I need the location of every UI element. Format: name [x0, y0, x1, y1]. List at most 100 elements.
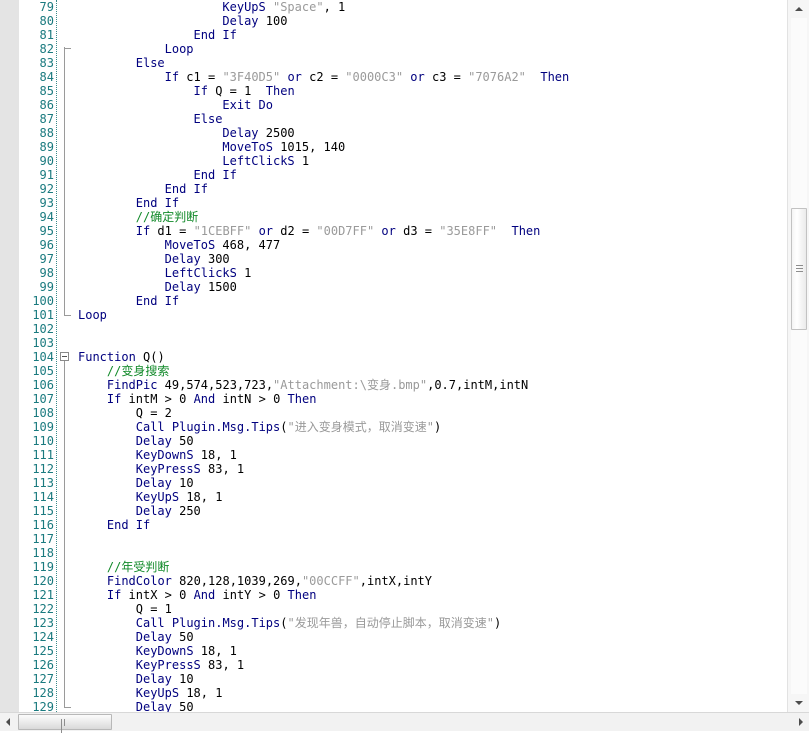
code-line[interactable]: 85 If Q = 1 Then [0, 84, 787, 98]
code-text[interactable]: End If [165, 182, 208, 196]
horizontal-scrollbar[interactable] [0, 712, 809, 733]
code-text[interactable]: MoveToS 468, 477 [165, 238, 281, 252]
code-text[interactable]: LeftClickS 1 [222, 154, 309, 168]
code-text[interactable]: //年受判断 [107, 560, 169, 574]
vertical-scrollbar[interactable] [787, 0, 809, 712]
code-text[interactable]: Loop [78, 308, 107, 322]
code-text[interactable]: Call Plugin.Msg.Tips("进入变身模式，取消变速") [136, 420, 441, 434]
code-line[interactable]: 101 Loop [0, 308, 787, 322]
code-text[interactable]: Delay 250 [136, 504, 201, 518]
code-line[interactable]: 122 Q = 1 [0, 602, 787, 616]
code-line[interactable]: 127 Delay 10 [0, 672, 787, 686]
code-text[interactable]: End If [136, 294, 179, 308]
code-line[interactable]: 113 Delay 10 [0, 476, 787, 490]
code-text[interactable]: Call Plugin.Msg.Tips("发现年兽，自动停止脚本，取消变速") [136, 616, 501, 630]
code-line[interactable]: 118 [0, 546, 787, 560]
code-line[interactable]: 129 Delay 50 [0, 700, 787, 712]
code-text[interactable]: If d1 = "1CEBFF" or d2 = "00D7FF" or d3 … [136, 224, 541, 238]
code-line[interactable]: 82 Loop [0, 42, 787, 56]
code-text[interactable]: KeyUpS "Space", 1 [222, 0, 345, 14]
code-line[interactable]: 79 KeyUpS "Space", 1 [0, 0, 787, 14]
code-text[interactable]: Loop [165, 42, 194, 56]
code-line[interactable]: 111 KeyDownS 18, 1 [0, 448, 787, 462]
code-text[interactable]: If Q = 1 Then [194, 84, 295, 98]
code-line[interactable]: 114 KeyUpS 18, 1 [0, 490, 787, 504]
code-line[interactable]: 104 Function Q() [0, 350, 787, 364]
code-line[interactable]: 98 LeftClickS 1 [0, 266, 787, 280]
code-text[interactable]: Else [136, 56, 165, 70]
code-line[interactable]: 107 If intM > 0 And intN > 0 Then [0, 392, 787, 406]
code-line[interactable]: 83 Else [0, 56, 787, 70]
code-text[interactable]: Delay 300 [165, 252, 230, 266]
code-line[interactable]: 90 LeftClickS 1 [0, 154, 787, 168]
code-text[interactable]: MoveToS 1015, 140 [222, 140, 345, 154]
code-text[interactable]: Delay 10 [136, 672, 194, 686]
code-line[interactable]: 81 End If [0, 28, 787, 42]
code-text[interactable]: Delay 50 [136, 700, 194, 712]
horizontal-scrollbar-thumb[interactable] [18, 714, 112, 733]
code-line[interactable]: 95 If d1 = "1CEBFF" or d2 = "00D7FF" or d… [0, 224, 787, 238]
code-line[interactable]: 125 KeyDownS 18, 1 [0, 644, 787, 658]
code-text[interactable]: Function Q() [78, 350, 165, 364]
code-text[interactable]: KeyUpS 18, 1 [136, 686, 223, 700]
code-line[interactable]: 80 Delay 100 [0, 14, 787, 28]
code-text[interactable]: Else [194, 112, 223, 126]
code-editor-area[interactable]: 79 KeyUpS "Space", 1 80 Delay 100 81 End If 82… [0, 0, 787, 712]
code-text[interactable]: FindColor 820,128,1039,269,"00CCFF",intX… [107, 574, 432, 588]
code-text[interactable]: If c1 = "3F40D5" or c2 = "0000C3" or c3 … [165, 70, 570, 84]
code-text[interactable]: KeyUpS 18, 1 [136, 490, 223, 504]
code-line[interactable]: 123 Call Plugin.Msg.Tips("发现年兽，自动停止脚本，取消变… [0, 616, 787, 630]
code-line[interactable]: 109 Call Plugin.Msg.Tips("进入变身模式，取消变速") [0, 420, 787, 434]
fold-toggle-minus-icon[interactable] [60, 352, 69, 361]
code-line[interactable]: 92 End If [0, 182, 787, 196]
code-text[interactable]: If intM > 0 And intN > 0 Then [107, 392, 317, 406]
code-text[interactable]: End If [194, 28, 237, 42]
code-text[interactable]: Delay 10 [136, 476, 194, 490]
code-text[interactable]: KeyDownS 18, 1 [136, 644, 237, 658]
code-line[interactable]: 116 End If [0, 518, 787, 532]
code-line[interactable]: 91 End If [0, 168, 787, 182]
scroll-left-arrow-icon[interactable] [0, 713, 18, 731]
code-line[interactable]: 117 [0, 532, 787, 546]
code-text[interactable]: Delay 1500 [165, 280, 237, 294]
code-line[interactable]: 99 Delay 1500 [0, 280, 787, 294]
code-line[interactable]: 124 Delay 50 [0, 630, 787, 644]
code-text[interactable]: Q = 2 [136, 406, 172, 420]
code-text[interactable]: LeftClickS 1 [165, 266, 252, 280]
code-line[interactable]: 93 End If [0, 196, 787, 210]
code-text[interactable]: FindPic 49,574,523,723,"Attachment:\变身.b… [107, 378, 528, 392]
code-text[interactable]: KeyPressS 83, 1 [136, 658, 244, 672]
code-line[interactable]: 84 If c1 = "3F40D5" or c2 = "0000C3" or c… [0, 70, 787, 84]
code-text[interactable]: Q = 1 [136, 602, 172, 616]
code-text[interactable]: Exit Do [222, 98, 273, 112]
code-line[interactable]: 106 FindPic 49,574,523,723,"Attachment:\变… [0, 378, 787, 392]
code-text[interactable]: KeyPressS 83, 1 [136, 462, 244, 476]
code-line[interactable]: 86 Exit Do [0, 98, 787, 112]
code-text[interactable]: End If [107, 518, 150, 532]
code-line[interactable]: 100 End If [0, 294, 787, 308]
code-line[interactable]: 126 KeyPressS 83, 1 [0, 658, 787, 672]
code-line[interactable]: 97 Delay 300 [0, 252, 787, 266]
scroll-right-arrow-icon[interactable] [791, 713, 809, 731]
code-line[interactable]: 87 Else [0, 112, 787, 126]
code-text[interactable]: KeyDownS 18, 1 [136, 448, 237, 462]
code-line[interactable]: 108 Q = 2 [0, 406, 787, 420]
code-line[interactable]: 120 FindColor 820,128,1039,269,"00CCFF",i… [0, 574, 787, 588]
code-text[interactable]: //变身搜索 [107, 364, 169, 378]
code-line[interactable]: 94 //确定判断 [0, 210, 787, 224]
scroll-down-arrow-icon[interactable] [788, 694, 809, 712]
code-text[interactable]: End If [136, 196, 179, 210]
code-line[interactable]: 115 Delay 250 [0, 504, 787, 518]
code-line[interactable]: 128 KeyUpS 18, 1 [0, 686, 787, 700]
vertical-scrollbar-track[interactable] [791, 18, 807, 694]
code-line[interactable]: 119 //年受判断 [0, 560, 787, 574]
code-line[interactable]: 112 KeyPressS 83, 1 [0, 462, 787, 476]
code-line[interactable]: 103 [0, 336, 787, 350]
code-line[interactable]: 96 MoveToS 468, 477 [0, 238, 787, 252]
code-line[interactable]: 121 If intX > 0 And intY > 0 Then [0, 588, 787, 602]
code-text[interactable]: //确定判断 [136, 210, 198, 224]
code-text[interactable]: If intX > 0 And intY > 0 Then [107, 588, 317, 602]
vertical-scrollbar-thumb[interactable] [791, 208, 807, 330]
code-text[interactable]: Delay 100 [222, 14, 287, 28]
code-text[interactable]: Delay 50 [136, 434, 194, 448]
